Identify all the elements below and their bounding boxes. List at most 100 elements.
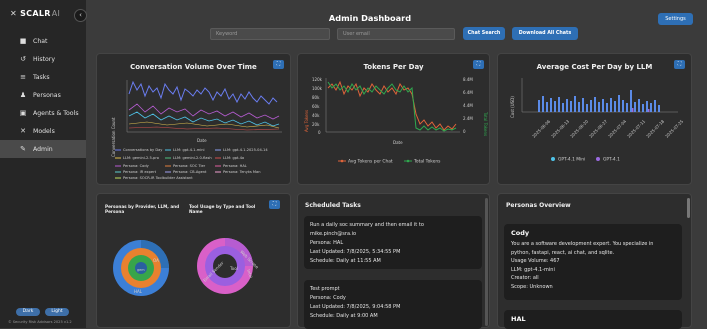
brand-suffix: AI (51, 9, 61, 18)
svg-text:2.4M: 2.4M (463, 116, 473, 121)
personas-title: Personas Overview (506, 202, 571, 209)
light-theme-button[interactable]: Light (45, 308, 69, 316)
svg-text:2025-07-25: 2025-07-25 (664, 118, 684, 138)
sidebar-item-tasks[interactable]: ≡ Tasks (0, 68, 86, 86)
legend-item: Persona: IR expert (123, 170, 157, 174)
legend-item: LLM: gemini-2.0-flash (173, 156, 212, 160)
persona-item[interactable]: HAL (504, 310, 682, 329)
legend-item: Avg Tokens per Chat (348, 159, 393, 165)
models-icon: ✕ (20, 127, 26, 135)
task-schedule: Schedule: Daily at 9:00 AM (310, 313, 378, 319)
svg-text:0: 0 (318, 130, 321, 135)
task-persona: Persona: HAL (310, 240, 344, 246)
tasks-scrollbar[interactable] (485, 198, 488, 326)
persona-scope: Scope: Unknown (511, 283, 553, 290)
svg-text:4.4M: 4.4M (463, 103, 473, 108)
chat-icon: ■ (19, 37, 27, 45)
svg-text:100k: 100k (312, 86, 323, 91)
y-axis-label: Conversation Count (111, 117, 116, 157)
persona-item[interactable]: Cody You are a software development expe… (504, 224, 682, 300)
legend-item: Persona: CB-Agent (173, 170, 207, 174)
svg-text:2025-06-20: 2025-06-20 (569, 118, 589, 138)
personas-sunburst: OA HAL gem (113, 240, 169, 296)
svg-text:6.4M: 6.4M (463, 90, 473, 95)
task-item[interactable]: Test prompt Persona: Cody Last Updated: … (304, 280, 482, 329)
task-item[interactable]: Run a daily soc summary and then email i… (304, 216, 482, 269)
sidebar-item-label: Personas (33, 91, 61, 99)
keyword-input[interactable]: Keyword (210, 28, 330, 40)
scheduled-tasks-card: Scheduled Tasks Run a daily soc summary … (297, 193, 490, 329)
legend-item: LLM: gpt-4o (223, 156, 244, 160)
sidebar-item-label: Chat (33, 37, 48, 45)
sidebar: ✕ SCALRAI ‹ ■ Chat ↺ History ≡ Tasks ♟ P… (0, 0, 87, 328)
sidebar-item-agents-tools[interactable]: ▣ Agents & Tools (0, 104, 86, 122)
sunburst-card: Personas by Provider, LLM, and Persona T… (96, 193, 291, 328)
copyright-footer: © Security Risk Advisors 2025 v1.2 (8, 320, 72, 324)
sidebar-item-label: Agents & Tools (33, 109, 79, 117)
download-all-chats-button[interactable]: Download All Chats (512, 27, 578, 40)
history-icon: ↺ (20, 55, 26, 63)
svg-text:40k: 40k (312, 113, 320, 118)
svg-text:0: 0 (463, 129, 466, 134)
persona-name: HAL (511, 315, 526, 323)
persona-description: python, fastapi, react, ai chat, and sql… (511, 249, 615, 256)
sidebar-item-label: Tasks (33, 73, 50, 81)
theme-toggle: Dark Light (16, 308, 69, 316)
sidebar-item-personas[interactable]: ♟ Personas (0, 86, 86, 104)
cost-bars (538, 90, 660, 112)
personas-overview-card: Personas Overview Cody You are a softwar… (497, 193, 692, 329)
collapse-sidebar-button[interactable]: ‹ (74, 9, 87, 22)
cost-chart: Cost (USD) 2025-06-06 2025-06-13 2025-06… (510, 78, 684, 163)
persona-description: You are a software development expert. Y… (511, 241, 654, 247)
tools-sunburst: Web Scrape Tool Email Sender Intel (197, 238, 260, 294)
tasks-title: Scheduled Tasks (305, 202, 361, 209)
legend-item: GPT-4.1 Mini (558, 157, 585, 163)
legend-item: Persona: Tenyks Man (223, 170, 261, 174)
legend-item: Conversations by Day (123, 148, 163, 152)
right-ticks: 8.4M 6.4M 4.4M 2.4M 0 (463, 77, 473, 134)
user-email-input[interactable]: User email (337, 28, 455, 40)
task-schedule: Schedule: Daily at 11:55 AM (310, 258, 381, 264)
x-tick-labels: 2025-06-06 2025-06-13 2025-06-20 2025-06… (531, 118, 684, 138)
tokens-chart: Avg Tokens Total Tokens 120k 100k 80k 60… (304, 77, 488, 165)
average-cost-card: Average Cost Per Day by LLM ⛶ Cost (USD)… (497, 53, 692, 185)
y-axis-left-label: Avg Tokens (304, 110, 309, 132)
legend-item: LLM: gpt-4.1-mini (173, 148, 205, 152)
svg-text:Tool: Tool (229, 266, 238, 271)
sidebar-item-chat[interactable]: ■ Chat (0, 32, 86, 50)
legend-item: Persona: HAL (223, 164, 247, 168)
legend-item: GPT-4.1 (603, 157, 620, 163)
svg-text:80k: 80k (312, 95, 320, 100)
svg-text:OA: OA (153, 258, 159, 263)
sidebar-item-label: Models (33, 127, 55, 135)
svg-text:20k: 20k (312, 122, 320, 127)
chart-legend: Conversations by Day LLM: gpt-4.1-mini L… (115, 148, 268, 180)
conversation-chart: Conversation Count Date Conversations by… (111, 80, 282, 180)
tasks-icon: ≡ (20, 73, 26, 81)
left-ticks: 120k 100k 80k 60k 40k 20k 0 (312, 77, 323, 135)
person-icon: ♟ (19, 91, 27, 99)
sidebar-item-history[interactable]: ↺ History (0, 50, 86, 68)
personas-scrollbar[interactable] (687, 198, 690, 218)
svg-text:2025-06-27: 2025-06-27 (588, 118, 608, 138)
persona-usage: Usage Volume: 467 (511, 258, 560, 264)
sidebar-item-admin[interactable]: ✎ Admin (0, 140, 86, 158)
dark-theme-button[interactable]: Dark (16, 308, 40, 316)
chart-legend: GPT-4.1 Mini GPT-4.1 (551, 157, 620, 163)
logo-x-icon: ✕ (10, 9, 18, 18)
chat-search-button[interactable]: Chat Search (463, 27, 505, 40)
chart-legend: Avg Tokens per Chat Total Tokens (338, 159, 441, 165)
svg-text:8.4M: 8.4M (463, 77, 473, 82)
sidebar-item-models[interactable]: ✕ Models (0, 122, 86, 140)
task-description: Test prompt (310, 286, 340, 292)
tokens-per-day-card: Tokens Per Day ⛶ Avg Tokens Total Tokens… (297, 53, 490, 185)
svg-text:2025-07-04: 2025-07-04 (607, 118, 627, 138)
sidebar-item-label: History (33, 55, 56, 63)
svg-text:60k: 60k (312, 104, 320, 109)
legend-item: Persona: SOC Tier (173, 164, 206, 168)
svg-text:2025-07-18: 2025-07-18 (645, 118, 665, 138)
y-axis-right-label: Total Tokens (483, 111, 488, 136)
settings-button[interactable]: Settings (658, 13, 693, 25)
sunburst-charts: OA HAL gem Web Scrape Tool Email Sender … (113, 238, 260, 296)
sidebar-item-label: Admin (33, 145, 53, 153)
